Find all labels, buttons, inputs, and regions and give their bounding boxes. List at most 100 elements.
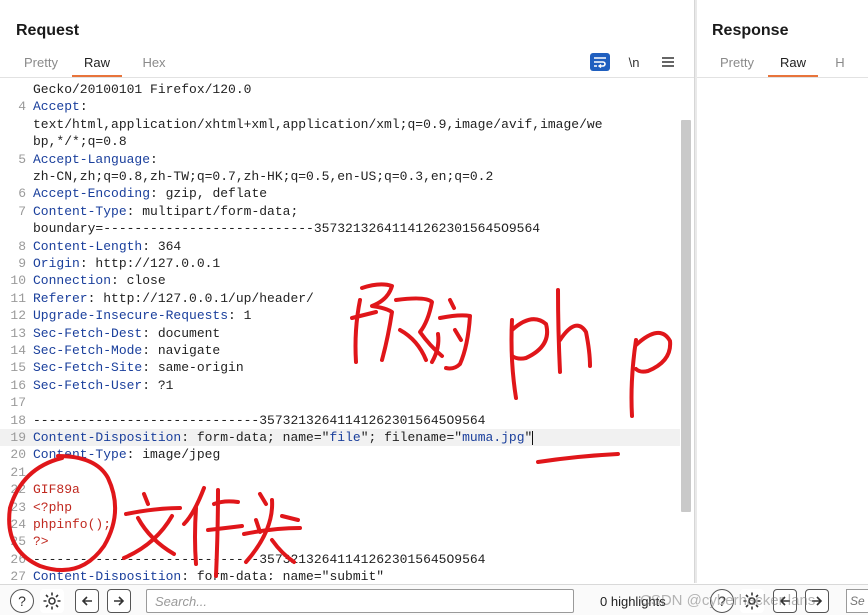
- response-panel: Response Pretty Raw H: [697, 0, 868, 583]
- response-tab-h[interactable]: H: [830, 52, 850, 78]
- code-text: -----------------------------35732132641…: [33, 412, 486, 428]
- wrap-lines-icon[interactable]: [590, 53, 610, 71]
- code-text: : http://127.0.0.1: [79, 256, 221, 271]
- bottom-bar: ? 0 highlights ? CSDN @cyberhacker lans: [0, 584, 868, 615]
- editor-line: 5 Accept-Language:: [0, 151, 680, 168]
- line-number: 18: [10, 412, 26, 428]
- request-tab-hex[interactable]: Hex: [134, 52, 174, 78]
- line-number: 7: [18, 203, 26, 219]
- line-number: 20: [10, 447, 26, 463]
- line-content: text/html,application/xhtml+xml,applicat…: [33, 116, 603, 133]
- response-tab-raw[interactable]: Raw: [768, 52, 818, 78]
- request-tab-rule: [0, 77, 694, 78]
- line-content: Referer: http://127.0.0.1/up/header/: [33, 290, 314, 307]
- line-number: 14: [10, 343, 26, 358]
- line-content: Content-Length: 364: [33, 238, 181, 255]
- code-text: : document: [142, 325, 221, 341]
- line-content: Sec-Fetch-Mode: navigate: [33, 342, 220, 359]
- line-content: Upgrade-Insecure-Requests: 1: [33, 307, 251, 324]
- line-number: 6: [18, 186, 26, 202]
- code-text: : form-data; name="submit": [181, 569, 385, 580]
- line-number: 22: [10, 482, 26, 498]
- code-text: : form-data; name=": [181, 430, 330, 445]
- header-key: Origin: [33, 256, 80, 271]
- code-text: boundary=---------------------------3573…: [33, 221, 541, 237]
- code-text: : image/jpeg: [126, 447, 221, 463]
- line-content: -----------------------------35732132641…: [33, 412, 485, 429]
- response-title: Response: [712, 22, 789, 39]
- editor-line: 8 Content-Length: 364: [0, 238, 680, 255]
- line-content: Sec-Fetch-Dest: document: [33, 325, 220, 342]
- code-text: zh-CN,zh;q=0.8,zh-TW;q=0.7,zh-HK;q=0.5,e…: [33, 169, 494, 184]
- response-search-input[interactable]: [846, 589, 868, 613]
- line-number: 23: [10, 499, 26, 515]
- request-editor[interactable]: Gecko/20100101 Firefox/120.0 4 Accept: text…: [0, 80, 680, 580]
- editor-line: boundary=---------------------------3573…: [0, 220, 680, 237]
- request-toolbar: \n: [590, 52, 678, 72]
- request-search-input[interactable]: [146, 589, 574, 613]
- line-number: 11: [10, 290, 26, 306]
- line-number: 10: [10, 273, 26, 289]
- code-text: ?>: [33, 534, 49, 550]
- header-key: Content-Disposition: [33, 569, 182, 580]
- header-key: Referer: [33, 290, 88, 306]
- code-text: phpinfo();: [33, 517, 112, 532]
- line-number: 5: [18, 151, 26, 167]
- header-key: Sec-Fetch-User: [33, 377, 143, 393]
- editor-line: 18 -----------------------------357321326…: [0, 412, 680, 429]
- header-key: Sec-Fetch-Mode: [33, 343, 143, 358]
- line-content: zh-CN,zh;q=0.8,zh-TW;q=0.7,zh-HK;q=0.5,e…: [33, 168, 493, 185]
- response-tab-pretty[interactable]: Pretty: [718, 52, 756, 78]
- editor-line: 4 Accept:: [0, 98, 680, 115]
- line-content: Accept:: [33, 98, 88, 115]
- request-tabs: Pretty Raw Hex: [22, 52, 186, 78]
- code-text: "; filename=": [360, 430, 463, 445]
- request-tab-pretty[interactable]: Pretty: [22, 52, 60, 78]
- code-text: :: [150, 151, 158, 167]
- request-tab-raw[interactable]: Raw: [72, 52, 122, 78]
- editor-line: 24 phpinfo();: [0, 516, 680, 533]
- editor-line: 20 Content-Type: image/jpeg: [0, 446, 680, 463]
- line-content: Sec-Fetch-Site: same-origin: [33, 359, 244, 376]
- editor-line: 11 Referer: http://127.0.0.1/up/header/: [0, 290, 680, 307]
- code-text: : ?1: [142, 377, 174, 393]
- line-number: 21: [10, 464, 26, 480]
- editor-line: 10 Connection: close: [0, 272, 680, 289]
- editor-line: 17: [0, 394, 680, 411]
- line-content: Content-Type: multipart/form-data;: [33, 203, 298, 220]
- line-number: 26: [10, 551, 26, 567]
- line-content: Content-Type: image/jpeg: [33, 446, 220, 463]
- header-key: Accept-Encoding: [33, 186, 151, 202]
- back-arrow-icon[interactable]: [75, 589, 99, 613]
- code-text: : gzip, deflate: [150, 186, 268, 202]
- editor-line: 15 Sec-Fetch-Site: same-origin: [0, 359, 680, 376]
- code-text: muma.jpg: [462, 430, 525, 445]
- forward-arrow-icon[interactable]: [107, 589, 131, 613]
- line-content: -----------------------------35732132641…: [33, 551, 485, 568]
- request-panel: Request Pretty Raw Hex \n Gecko/20100101 F…: [0, 0, 694, 583]
- request-title: Request: [16, 22, 80, 39]
- line-content: phpinfo();: [33, 516, 111, 533]
- line-content: Connection: close: [33, 272, 166, 289]
- line-number: 8: [18, 238, 26, 254]
- watermark: CSDN @cyberhacker lans: [640, 592, 816, 609]
- code-text: -----------------------------35732132641…: [33, 551, 486, 567]
- header-key: Upgrade-Insecure-Requests: [33, 308, 229, 324]
- editor-line: 9 Origin: http://127.0.0.1: [0, 255, 680, 272]
- editor-line: text/html,application/xhtml+xml,applicat…: [0, 116, 680, 133]
- editor-line: 14 Sec-Fetch-Mode: navigate: [0, 342, 680, 359]
- editor-line: 6 Accept-Encoding: gzip, deflate: [0, 185, 680, 202]
- text-caret: [532, 430, 534, 445]
- request-scrollbar[interactable]: [681, 120, 691, 512]
- settings-gear-icon[interactable]: [40, 589, 64, 613]
- code-text: bp,*/*;q=0.8: [33, 134, 127, 150]
- editor-line: bp,*/*;q=0.8: [0, 133, 680, 150]
- code-text: file: [329, 430, 361, 445]
- code-text: : http://127.0.0.1/up/header/: [87, 290, 314, 306]
- line-content: Accept-Language:: [33, 151, 158, 168]
- show-newlines-button[interactable]: \n: [624, 53, 644, 71]
- help-icon[interactable]: ?: [10, 589, 34, 613]
- hamburger-menu-icon[interactable]: [658, 53, 678, 71]
- line-content: GIF89a: [33, 481, 80, 498]
- line-number: 19: [10, 430, 26, 445]
